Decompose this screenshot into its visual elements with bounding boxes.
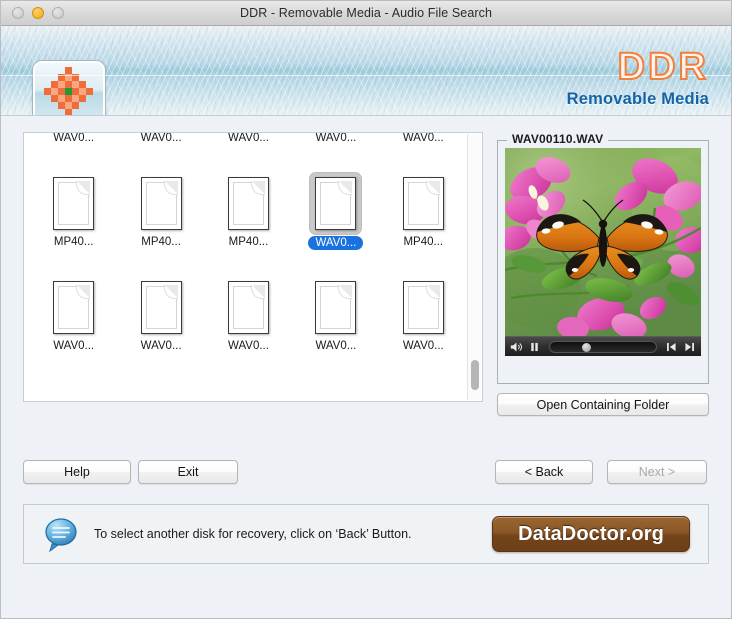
file-icon-wrap: [402, 177, 444, 230]
document-icon: [53, 281, 95, 334]
speech-bubble-icon: [45, 518, 77, 552]
document-icon: [227, 177, 269, 230]
document-icon: [402, 177, 444, 230]
file-item[interactable]: WAV0...: [117, 275, 204, 365]
file-icon-wrap: [53, 281, 95, 334]
file-name: WAV0...: [53, 132, 95, 144]
brand-block: DDR Removable Media: [566, 46, 709, 109]
file-name: WAV0...: [402, 132, 444, 144]
pause-icon[interactable]: [528, 341, 541, 353]
app-window: DDR - Removable Media - Audio File Searc…: [0, 0, 732, 619]
file-icon-wrap: [227, 177, 269, 230]
file-item[interactable]: WAV0...: [380, 275, 467, 365]
file-item[interactable]: WAV0...: [292, 275, 379, 365]
preview-thumbnail: [505, 148, 701, 336]
file-item[interactable]: WAV0...: [292, 132, 379, 157]
document-icon: [53, 177, 95, 230]
file-item[interactable]: WAV0...: [205, 275, 292, 365]
file-name: MP40...: [141, 236, 181, 248]
file-item[interactable]: MP40...: [30, 171, 117, 261]
file-icon-wrap: [315, 281, 357, 334]
file-name: MP40...: [53, 236, 94, 248]
file-icon-wrap: [310, 173, 362, 234]
file-item[interactable]: MP40...: [117, 171, 204, 261]
file-item[interactable]: WAV0...: [117, 132, 204, 157]
file-name: WAV0...: [315, 340, 357, 352]
file-name: WAV0...: [53, 340, 95, 352]
navigation-bar: Help Exit < Back Next >: [1, 460, 731, 484]
flower-checker-icon: [44, 67, 93, 115]
file-item[interactable]: WAV0...: [30, 275, 117, 365]
preview-file-label: WAV00110.WAV: [507, 132, 609, 146]
file-item-selected[interactable]: WAV0...: [292, 171, 379, 261]
status-bar: To select another disk for recovery, cli…: [23, 504, 709, 564]
file-name: MP40...: [228, 236, 269, 248]
speaker-icon[interactable]: [510, 341, 523, 353]
brand-subtitle: Removable Media: [566, 90, 709, 108]
scrollbar-thumb[interactable]: [471, 360, 479, 390]
preview-panel: WAV00110.WAV: [497, 132, 709, 384]
app-banner: DDR Removable Media: [1, 26, 731, 116]
file-name: WAV0...: [315, 132, 357, 144]
datadoctor-link-button[interactable]: DataDoctor.org: [492, 516, 690, 552]
main-content: WAV0... WAV0... WAV0... WAV0... WAV0... …: [1, 116, 731, 618]
vertical-scrollbar[interactable]: [467, 134, 481, 400]
step-forward-icon[interactable]: [683, 341, 696, 353]
file-item[interactable]: WAV0...: [30, 132, 117, 157]
file-icon-wrap: [53, 177, 95, 230]
file-name: WAV0...: [140, 132, 182, 144]
file-name: WAV0...: [228, 132, 269, 144]
help-button[interactable]: Help: [23, 460, 131, 484]
minimize-button[interactable]: [32, 7, 44, 19]
exit-button[interactable]: Exit: [138, 460, 238, 484]
document-icon: [402, 281, 444, 334]
app-icon: [33, 61, 105, 115]
file-item[interactable]: MP40...: [205, 171, 292, 261]
file-item[interactable]: WAV0...: [205, 132, 292, 157]
title-bar: DDR - Removable Media - Audio File Searc…: [1, 1, 731, 26]
butterfly-flowers-image: [505, 148, 701, 336]
file-icon-wrap: [140, 177, 182, 230]
file-name: WAV0...: [228, 340, 269, 352]
file-icon-wrap: [402, 281, 444, 334]
file-item[interactable]: WAV0...: [380, 132, 467, 157]
document-icon: [140, 177, 182, 230]
file-list-panel[interactable]: WAV0... WAV0... WAV0... WAV0... WAV0... …: [23, 132, 483, 402]
playback-knob[interactable]: [581, 342, 591, 352]
playback-slider[interactable]: [549, 340, 657, 353]
step-back-icon[interactable]: [665, 341, 678, 353]
status-message: To select another disk for recovery, cli…: [94, 527, 412, 541]
file-name: MP40...: [403, 236, 444, 248]
close-button[interactable]: [12, 7, 24, 19]
document-icon: [140, 281, 182, 334]
open-containing-folder-button[interactable]: Open Containing Folder: [497, 393, 709, 416]
document-icon: [315, 281, 357, 334]
file-name: WAV0...: [308, 236, 364, 250]
file-icon-wrap: [140, 281, 182, 334]
file-name: WAV0...: [402, 340, 444, 352]
file-icon-wrap: [227, 281, 269, 334]
file-item[interactable]: MP40...: [380, 171, 467, 261]
document-icon: [227, 281, 269, 334]
back-button[interactable]: < Back: [495, 460, 593, 484]
zoom-button[interactable]: [52, 7, 64, 19]
document-icon: [315, 177, 357, 230]
window-controls: [12, 7, 64, 19]
file-grid: WAV0... WAV0... WAV0... WAV0... WAV0... …: [24, 132, 467, 365]
next-button: Next >: [607, 460, 707, 484]
brand-title: DDR: [617, 46, 709, 88]
window-title: DDR - Removable Media - Audio File Searc…: [239, 6, 493, 20]
media-player-controls[interactable]: [505, 336, 701, 356]
file-name: WAV0...: [140, 340, 182, 352]
